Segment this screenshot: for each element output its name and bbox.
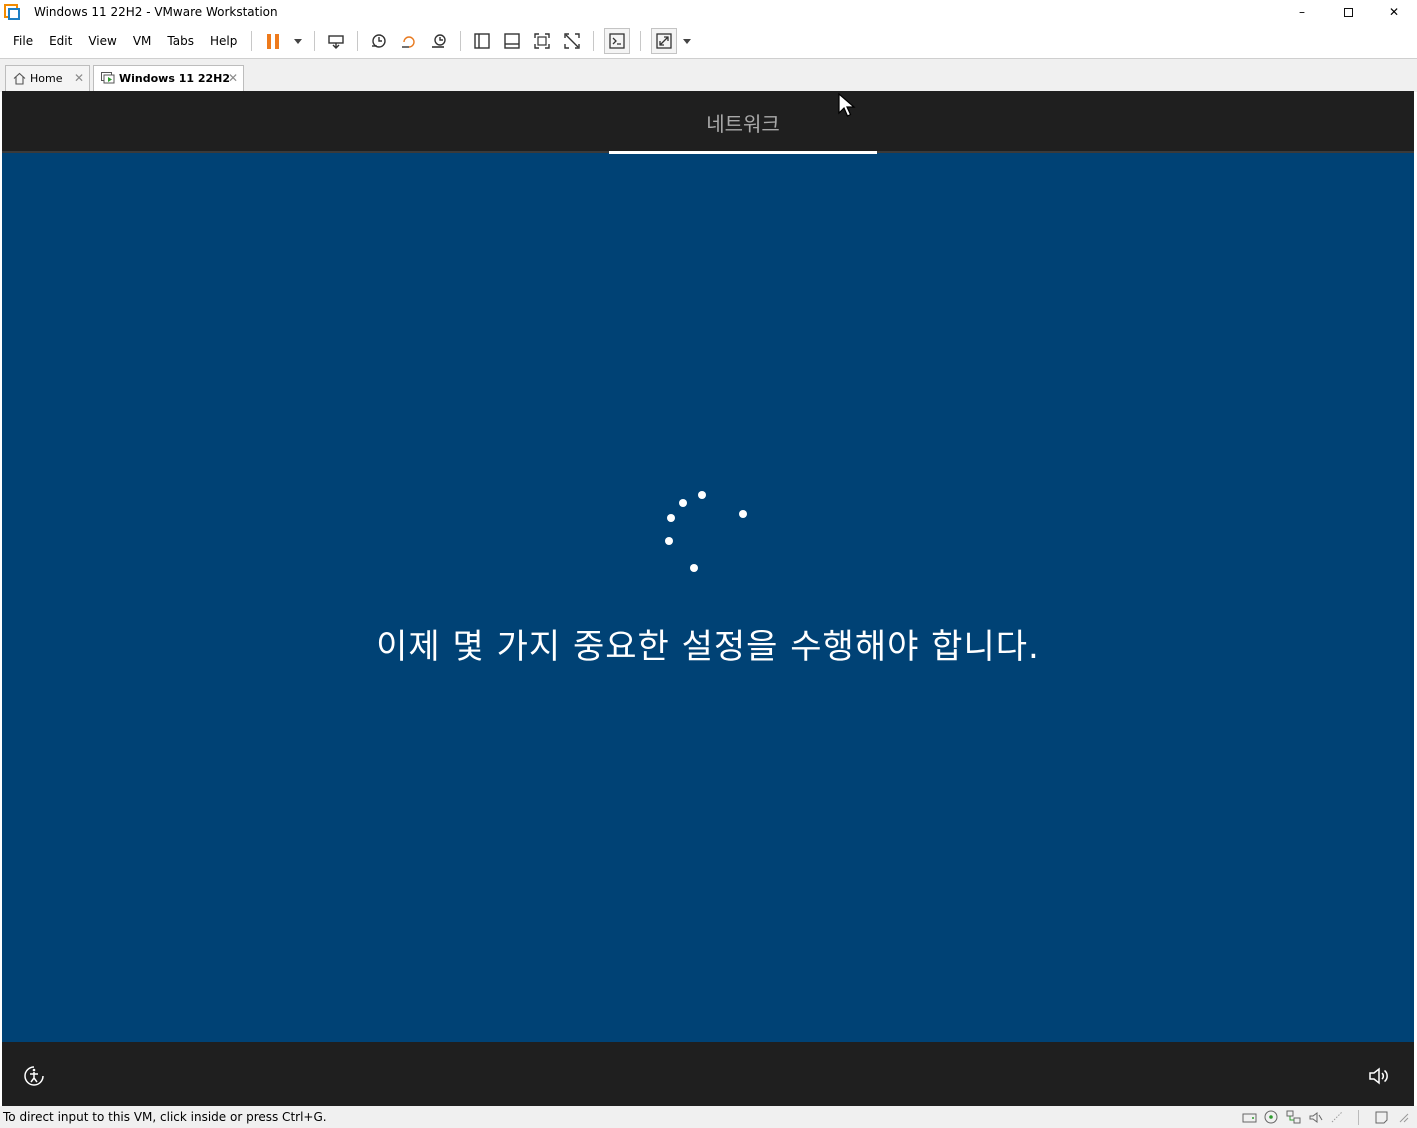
sound-card-icon[interactable] [1307,1109,1323,1125]
menu-file[interactable]: File [5,24,41,58]
snapshot-manager-button[interactable] [425,27,453,55]
full-screen-icon [534,33,551,49]
oobe-message: 이제 몇 가지 중요한 설정을 수행해야 합니다. [376,627,1040,667]
pause-icon [267,33,280,49]
terminal-icon [609,33,625,49]
message-log-icon[interactable] [1329,1109,1345,1125]
stretch-icon [656,33,672,49]
oobe-footer [2,1042,1414,1106]
show-library-button[interactable] [468,27,496,55]
vmware-logo-icon [4,4,20,20]
menu-vm[interactable]: VM [125,24,160,58]
resize-grip-icon[interactable] [1395,1109,1411,1125]
close-tab-icon[interactable]: ✕ [74,71,84,85]
status-bar: To direct input to this VM, click inside… [0,1106,1417,1128]
maximize-button[interactable] [1325,0,1371,24]
unity-icon [564,33,581,49]
minimize-button[interactable]: – [1279,0,1325,24]
vm-display[interactable]: 네트워크 이제 몇 가지 중요한 설정을 수행해야 합니다. [2,91,1414,1106]
toolbar-divider [251,31,253,51]
notes-icon[interactable] [1373,1109,1389,1125]
status-divider [1351,1109,1367,1125]
window-title: Windows 11 22H2 - VMware Workstation [34,5,278,19]
send-keys-icon [328,35,345,49]
toolbar-divider [593,31,595,51]
view-dropdown-arrow-icon[interactable] [683,38,692,44]
snapshot-icon [372,34,387,48]
library-panel-icon [474,33,491,49]
status-message: To direct input to this VM, click inside… [3,1110,327,1124]
volume-icon[interactable] [1367,1064,1391,1091]
title-bar: Windows 11 22H2 - VMware Workstation – ✕ [0,0,1417,24]
accessibility-icon[interactable] [22,1064,46,1091]
toolbar-divider [460,31,462,51]
home-icon [13,72,26,85]
revert-snapshot-icon [402,36,415,48]
mouse-cursor-icon [838,93,856,117]
suspend-button[interactable] [259,27,287,55]
close-tab-icon[interactable]: ✕ [228,71,238,85]
close-window-button[interactable]: ✕ [1371,0,1417,24]
spinner-dot [739,510,747,518]
send-ctrl-alt-del-button[interactable] [322,27,350,55]
toolbar-divider [357,31,359,51]
tab-bar: Home ✕ Windows 11 22H2 ✕ [0,58,1417,92]
spinner-dot [665,537,673,545]
vm-running-icon [101,72,115,85]
menu-toolbar: File Edit View VM Tabs Help [0,24,1417,58]
tab-windows-11-vm[interactable]: Windows 11 22H2 ✕ [93,65,244,91]
spinner-dot [690,564,698,572]
spinner-dot [698,491,706,499]
tab-home-label: Home [30,72,63,85]
take-snapshot-button[interactable] [365,27,393,55]
loading-spinner [665,491,747,572]
unity-mode-button[interactable] [558,27,586,55]
network-adapter-icon[interactable] [1285,1109,1301,1125]
menu-help[interactable]: Help [202,24,245,58]
tab-vm-label: Windows 11 22H2 [119,72,231,85]
spinner-dot [667,514,675,522]
cd-dvd-icon[interactable] [1263,1109,1279,1125]
power-dropdown-arrow-icon[interactable] [294,38,303,44]
tab-home[interactable]: Home ✕ [5,65,90,91]
revert-snapshot-button[interactable] [395,27,423,55]
spinner-dot [679,499,687,507]
device-status-icons [1241,1109,1411,1125]
hard-disk-icon[interactable] [1241,1109,1257,1125]
full-screen-button[interactable] [528,27,556,55]
menu-view[interactable]: View [80,24,124,58]
window-controls: – ✕ [1279,0,1417,24]
stretch-guest-button[interactable] [651,28,678,54]
thumbnail-bar-icon [504,33,521,49]
toolbar-divider [314,31,316,51]
toolbar-divider [640,31,642,51]
menu-edit[interactable]: Edit [41,24,80,58]
menu-tabs[interactable]: Tabs [159,24,202,58]
console-view-button[interactable] [604,28,631,54]
show-thumbnail-bar-button[interactable] [498,27,526,55]
snapshot-manager-icon [432,34,447,48]
